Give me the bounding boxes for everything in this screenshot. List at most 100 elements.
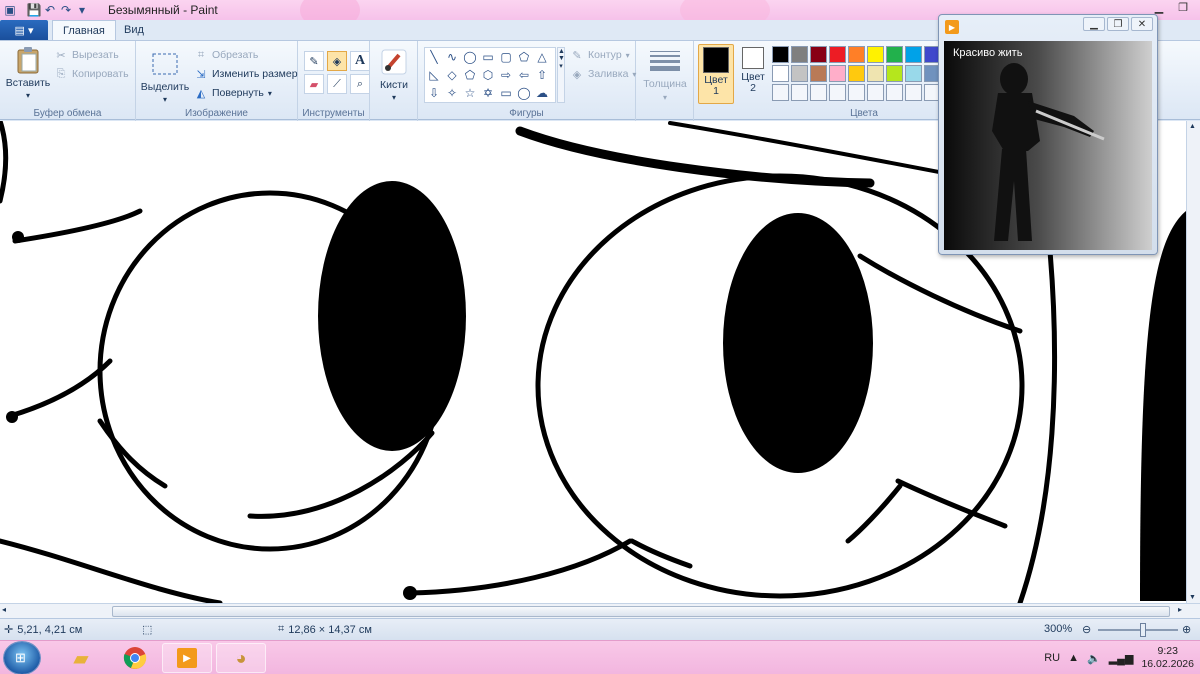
size-button[interactable]: Толщина ▾ <box>642 47 688 102</box>
palette-swatch[interactable] <box>886 84 903 101</box>
star4-shape-icon[interactable]: ✧ <box>443 84 461 102</box>
callout-rect-shape-icon[interactable]: ▭ <box>497 84 515 102</box>
pentagon-shape-icon[interactable]: ⬠ <box>461 66 479 84</box>
player-restore-button[interactable]: ❐ <box>1107 17 1129 31</box>
palette-swatch[interactable] <box>886 46 903 63</box>
paint-menu-button[interactable]: ▤ ▾ <box>0 20 48 40</box>
rounded-rectangle-shape-icon[interactable]: ▢ <box>497 48 515 66</box>
palette-swatch[interactable] <box>886 65 903 82</box>
callout-oval-shape-icon[interactable]: ◯ <box>515 84 533 102</box>
cloud-shape-icon[interactable]: ☁ <box>533 84 551 102</box>
star6-shape-icon[interactable]: ✡ <box>479 84 497 102</box>
color-picker-icon[interactable]: ⟋ <box>327 74 347 94</box>
polygon-shape-icon[interactable]: ⬠ <box>515 48 533 66</box>
shapes-gallery[interactable]: ╲ ∿ ◯ ▭ ▢ ⬠ △ ◺ ◇ ⬠ ⬡ ⇨ ⇦ ⇧ ⇩ ✧ ☆ ✡ ▭ ◯ ☁ <box>424 47 556 103</box>
palette-swatch[interactable] <box>905 84 922 101</box>
crop-button[interactable]: ⌗ Обрезать <box>194 48 258 62</box>
text-tool-icon[interactable]: A <box>350 51 370 71</box>
tab-home[interactable]: Главная <box>52 20 116 40</box>
arrow-down-shape-icon[interactable]: ⇩ <box>425 84 443 102</box>
palette-swatch[interactable] <box>791 84 808 101</box>
shapes-scroll[interactable]: ▲ ▼ ▾ <box>557 47 565 103</box>
palette-swatch[interactable] <box>810 84 827 101</box>
star5-shape-icon[interactable]: ☆ <box>461 84 479 102</box>
triangle-shape-icon[interactable]: △ <box>533 48 551 66</box>
oval-shape-icon[interactable]: ◯ <box>461 48 479 66</box>
zoom-in-button[interactable]: ⊕ <box>1182 623 1191 636</box>
scroll-left-arrow-icon[interactable]: ◂ <box>2 605 6 614</box>
diamond-shape-icon[interactable]: ◇ <box>443 66 461 84</box>
taskbar-paint[interactable]: ◕ <box>216 643 266 673</box>
cut-button[interactable]: ✂ Вырезать <box>54 48 118 62</box>
magnifier-icon[interactable]: ⌕ <box>350 74 370 94</box>
scroll-up-arrow-icon[interactable]: ▲ <box>1189 123 1196 130</box>
palette-swatch[interactable] <box>867 84 884 101</box>
arrow-right-shape-icon[interactable]: ⇨ <box>497 66 515 84</box>
palette-swatch[interactable] <box>772 46 789 63</box>
rotate-button[interactable]: ◭ Повернуть ▾ <box>194 86 272 100</box>
player-title-bar[interactable]: ▶ ▁ ❐ ✕ <box>939 15 1157 37</box>
network-icon[interactable]: ▂▄▆ <box>1109 652 1134 665</box>
minimize-button[interactable]: ▁ <box>1148 0 1170 14</box>
taskbar-explorer[interactable]: ▰ <box>56 643 106 673</box>
curve-shape-icon[interactable]: ∿ <box>443 48 461 66</box>
palette-swatch[interactable] <box>848 84 865 101</box>
palette-swatch[interactable] <box>867 46 884 63</box>
palette-swatch[interactable] <box>791 46 808 63</box>
palette-swatch[interactable] <box>810 65 827 82</box>
palette-swatch[interactable] <box>905 46 922 63</box>
copy-button[interactable]: ⎘ Копировать <box>54 67 129 81</box>
zoom-slider-track[interactable] <box>1098 629 1178 631</box>
palette-swatch[interactable] <box>867 65 884 82</box>
vertical-scrollbar[interactable]: ▲ ▼ <box>1186 121 1200 603</box>
palette-swatch[interactable] <box>829 65 846 82</box>
scroll-down-arrow-icon[interactable]: ▼ <box>1189 594 1196 601</box>
palette-swatch[interactable] <box>829 46 846 63</box>
palette-swatch[interactable] <box>829 84 846 101</box>
taskbar-chrome[interactable] <box>110 643 160 673</box>
redo-icon[interactable]: ↷ <box>58 2 74 18</box>
fill-button[interactable]: ◈ Заливка ▾ <box>570 67 637 81</box>
resize-button[interactable]: ⇲ Изменить размер <box>194 67 297 81</box>
tab-view[interactable]: Вид <box>114 20 154 40</box>
color2-button[interactable]: Цвет 2 <box>736 47 770 94</box>
taskbar-media-player[interactable]: ▶ <box>162 643 212 673</box>
eraser-icon[interactable]: ▰ <box>304 74 324 94</box>
horizontal-scrollbar[interactable]: ◂ ▸ <box>0 603 1200 618</box>
clock[interactable]: 9:23 16.02.2026 <box>1141 645 1194 671</box>
undo-icon[interactable]: ↶ <box>42 2 58 18</box>
start-button[interactable]: ⊞ <box>4 642 40 674</box>
zoom-slider-thumb[interactable] <box>1140 623 1146 637</box>
select-button[interactable]: Выделить ▾ <box>140 49 190 104</box>
player-video-frame[interactable]: Красиво жить <box>944 41 1152 250</box>
palette-swatch[interactable] <box>905 65 922 82</box>
fill-bucket-icon[interactable]: ◈ <box>327 51 347 71</box>
show-hidden-icons-icon[interactable]: ▲ <box>1068 652 1079 664</box>
palette-swatch[interactable] <box>772 84 789 101</box>
outline-button[interactable]: ✎ Контур ▾ <box>570 48 629 62</box>
palette-swatch[interactable] <box>791 65 808 82</box>
color1-button[interactable]: Цвет 1 <box>698 44 734 104</box>
arrow-left-shape-icon[interactable]: ⇦ <box>515 66 533 84</box>
hexagon-shape-icon[interactable]: ⬡ <box>479 66 497 84</box>
line-shape-icon[interactable]: ╲ <box>425 48 443 66</box>
player-close-button[interactable]: ✕ <box>1131 17 1153 31</box>
palette-swatch[interactable] <box>848 65 865 82</box>
player-minimize-button[interactable]: ▁ <box>1083 17 1105 31</box>
horizontal-scroll-thumb[interactable] <box>112 606 1170 617</box>
rectangle-shape-icon[interactable]: ▭ <box>479 48 497 66</box>
arrow-up-shape-icon[interactable]: ⇧ <box>533 66 551 84</box>
brushes-button[interactable]: Кисти ▾ <box>376 47 412 102</box>
paste-button[interactable]: Вставить ▾ <box>6 45 50 100</box>
palette-swatch[interactable] <box>810 46 827 63</box>
save-icon[interactable]: 💾 <box>26 2 42 18</box>
right-triangle-shape-icon[interactable]: ◺ <box>425 66 443 84</box>
restore-button[interactable]: ❐ <box>1172 0 1194 14</box>
video-player-window[interactable]: ▶ ▁ ❐ ✕ Красиво жить <box>938 14 1158 255</box>
palette-swatch[interactable] <box>772 65 789 82</box>
pencil-icon[interactable]: ✎ <box>304 51 324 71</box>
palette-swatch[interactable] <box>848 46 865 63</box>
language-indicator[interactable]: RU <box>1044 652 1060 664</box>
volume-icon[interactable]: 🔈 <box>1087 652 1101 665</box>
zoom-out-button[interactable]: ⊖ <box>1082 623 1091 636</box>
